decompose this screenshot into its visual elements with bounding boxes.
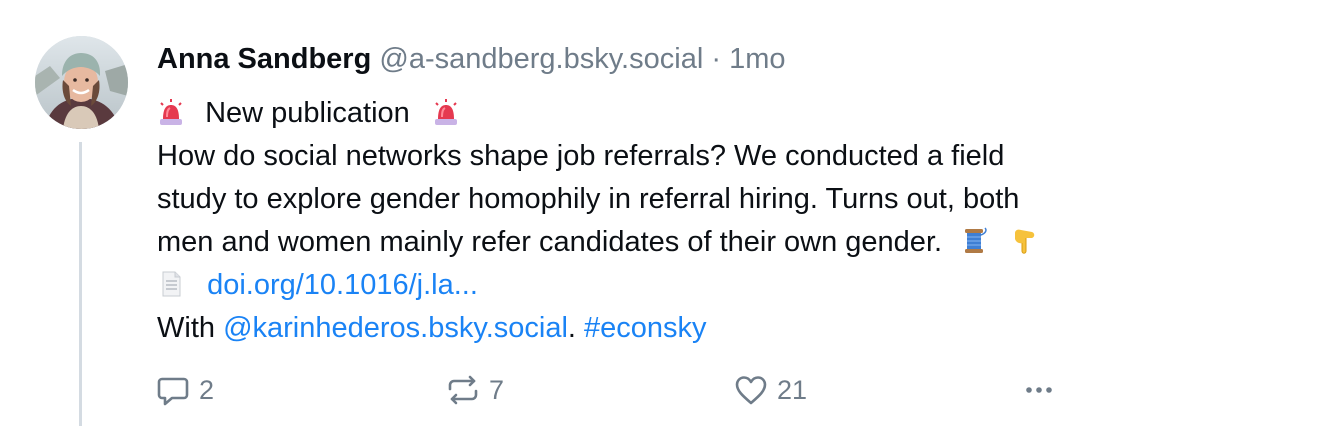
heart-icon <box>733 372 777 408</box>
with-prefix: With <box>157 312 224 344</box>
thread-spool-icon <box>960 227 988 255</box>
repost-icon <box>445 372 489 408</box>
ellipsis-icon <box>1021 372 1065 408</box>
header-separator: · <box>711 43 721 75</box>
rotating-light-icon <box>432 98 460 126</box>
author-handle[interactable]: @a-sandberg.bsky.social <box>379 43 703 75</box>
link-line: doi.org/10.1016/j.la... <box>157 264 1277 307</box>
avatar[interactable] <box>35 36 128 129</box>
post-actions: 2 7 21 <box>155 372 1075 416</box>
reply-button[interactable]: 2 <box>155 372 214 408</box>
mention-link[interactable]: @karinhederos.bsky.social <box>223 312 568 344</box>
post: Anna Sandberg @a-sandberg.bsky.social · … <box>0 0 1333 426</box>
like-count: 21 <box>777 374 808 405</box>
like-button[interactable]: 21 <box>733 372 807 408</box>
mention-line: With @karinhederos.bsky.social. #econsky <box>157 307 1277 350</box>
author-name[interactable]: Anna Sandberg <box>157 43 371 75</box>
page-facing-up-icon <box>157 270 185 298</box>
publication-heading: New publication <box>205 97 410 129</box>
post-timestamp[interactable]: 1mo <box>729 43 785 75</box>
heading-line: New publication <box>157 92 1277 135</box>
reply-count: 2 <box>199 374 215 405</box>
pointing-down-icon <box>1010 227 1038 255</box>
hashtag-link[interactable]: #econsky <box>584 312 707 344</box>
post-body: New publication How do social networks s… <box>157 92 1277 350</box>
post-text-line: How do social networks shape job referra… <box>157 140 1005 172</box>
repost-button[interactable]: 7 <box>445 372 504 408</box>
thread-line <box>79 142 82 426</box>
mention-suffix: . <box>567 312 585 344</box>
post-header: Anna Sandberg @a-sandberg.bsky.social · … <box>157 38 785 80</box>
doi-link[interactable]: doi.org/10.1016/j.la... <box>207 269 478 301</box>
rotating-light-icon <box>157 98 185 126</box>
repost-count: 7 <box>489 374 505 405</box>
more-options-button[interactable] <box>1021 372 1065 408</box>
post-text-line: men and women mainly refer candidates of… <box>157 221 1277 264</box>
reply-icon <box>155 372 199 408</box>
post-text-segment: men and women mainly refer candidates of… <box>157 226 943 258</box>
post-text-line: study to explore gender homophily in ref… <box>157 183 1020 215</box>
